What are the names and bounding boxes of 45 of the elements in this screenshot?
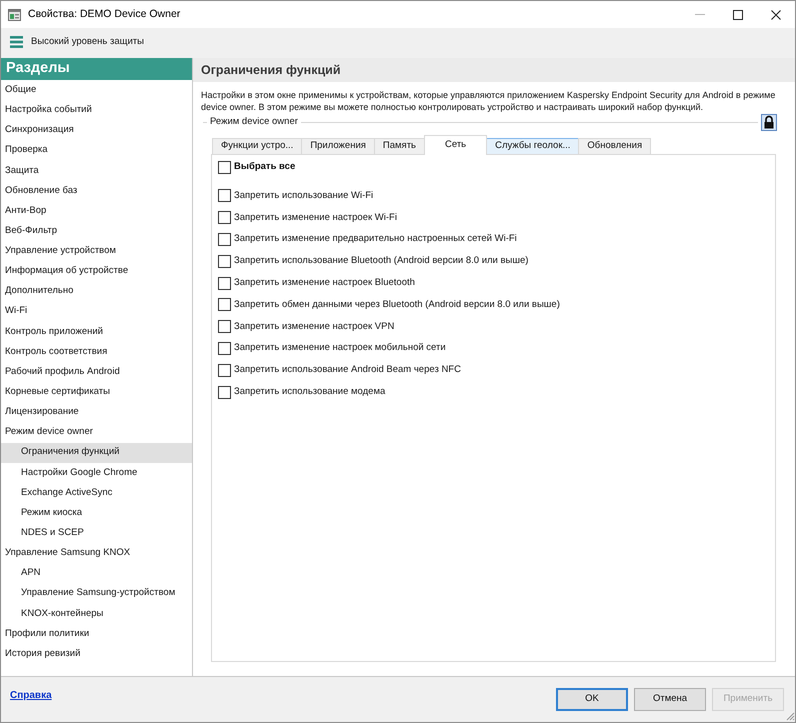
tab[interactable]: Память (374, 138, 425, 154)
description-text: Настройки в этом окне применимы к устройствам, которые управляются приложением Kaspersky Endpoint Security для Android в режиме device owner. В этом режиме вы можете полностью контролировать устройство и настраивать широкий набор функций. (201, 89, 776, 113)
dialog-button[interactable]: OK (556, 688, 628, 711)
checkbox-label: Запретить обмен данными через Bluetooth (Android версии 8.0 или выше) (234, 298, 560, 312)
maximize-icon (733, 10, 743, 20)
checkbox-label: Запретить изменение настроек Wi-Fi (234, 210, 397, 225)
checkbox[interactable] (218, 232, 231, 246)
tab[interactable]: Обновления (578, 138, 652, 154)
checkbox[interactable] (218, 211, 231, 224)
checkbox-label: Запретить использование Android Beam через NFC (234, 363, 461, 378)
resize-grip-icon[interactable] (785, 711, 795, 721)
checkbox-label: Запретить изменение настроек VPN (234, 320, 394, 334)
checkbox-label: Выбрать все (234, 160, 296, 174)
checkbox[interactable] (218, 386, 231, 399)
checkbox-label: Запретить использование Bluetooth (Android версии 8.0 или выше) (234, 254, 528, 268)
checkbox[interactable] (218, 276, 231, 290)
group-label: Режим device owner (209, 114, 299, 129)
sidebar-item[interactable]: Ограничения функций (1, 442, 192, 463)
checkbox[interactable] (218, 342, 231, 355)
window-title: Свойства: DEMO Device Owner (28, 6, 180, 22)
minimize-icon (695, 14, 705, 15)
close-icon (771, 10, 781, 20)
checkbox[interactable] (218, 189, 231, 202)
checkbox[interactable] (218, 320, 231, 334)
app-icon (8, 8, 21, 20)
checkbox[interactable] (218, 298, 231, 312)
help-link[interactable]: Справка (10, 688, 52, 703)
dialog-button[interactable]: Отмена (634, 688, 706, 711)
section-header: Ограничения функций (193, 58, 795, 82)
checkbox-label: Запретить изменение настроек мобильной сети (234, 341, 446, 356)
security-level-menu[interactable]: Высокий уровень защиты (10, 34, 144, 50)
tab[interactable]: Службы геолок... (486, 138, 580, 154)
sidebar-header: Разделы (1, 58, 192, 80)
menu-icon (10, 36, 23, 48)
tab[interactable]: Функции устро... (212, 138, 302, 154)
checkbox[interactable] (218, 364, 231, 377)
tab[interactable]: Приложения (301, 138, 375, 154)
checkbox-label: Запретить использование Wi-Fi (234, 188, 374, 203)
checkbox[interactable] (218, 160, 231, 174)
checkbox-label: Запретить изменение настроек Bluetooth (234, 276, 415, 290)
tab[interactable]: Сеть (424, 135, 488, 155)
checkbox[interactable] (218, 254, 231, 268)
checkbox-label: Запретить использование модема (234, 384, 386, 399)
lock-icon[interactable] (761, 114, 777, 130)
checkbox-label: Запретить изменение предварительно настроенных сетей Wi-Fi (234, 232, 517, 246)
